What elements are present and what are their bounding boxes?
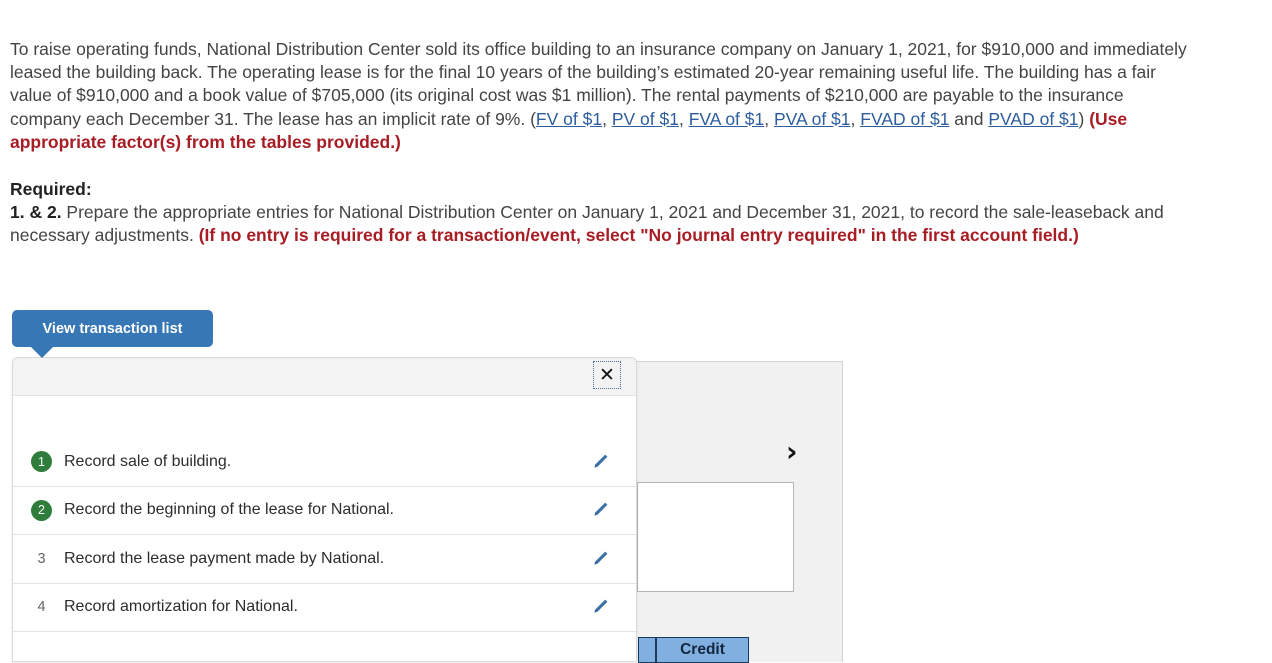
popup-header: ✕ bbox=[13, 358, 636, 396]
row-number-badge: 2 bbox=[31, 499, 52, 521]
problem-sep-4: , bbox=[850, 108, 861, 129]
table-row[interactable]: 3 Record the lease payment made by Natio… bbox=[13, 535, 636, 584]
view-transaction-list-button[interactable]: View transaction list bbox=[12, 310, 213, 347]
problem-sep-5: and bbox=[949, 108, 989, 129]
link-fv-of-1[interactable]: FV of $1 bbox=[536, 109, 602, 129]
table-row[interactable]: 4 Record amortization for National. bbox=[13, 583, 636, 632]
problem-sep-1: , bbox=[602, 108, 612, 129]
edit-pencil-icon[interactable] bbox=[582, 500, 618, 520]
transaction-label: Record the lease payment made by Nationa… bbox=[64, 549, 385, 567]
link-fva-of-1[interactable]: FVA of $1 bbox=[689, 109, 765, 129]
required-body: 1. & 2. Prepare the appropriate entries … bbox=[10, 201, 1190, 247]
journal-entry-textbox[interactable] bbox=[637, 482, 794, 592]
required-heading: Required: bbox=[10, 179, 92, 199]
table-row[interactable]: 2 Record the beginning of the lease for … bbox=[13, 486, 636, 535]
row-number-badge: 1 bbox=[31, 451, 52, 473]
edit-pencil-icon[interactable] bbox=[582, 597, 618, 617]
transaction-label: Record sale of building. bbox=[64, 452, 232, 470]
row-number-badge: 4 bbox=[37, 599, 46, 616]
popup-caret-icon bbox=[31, 347, 53, 358]
popup-footer-spacer bbox=[13, 632, 636, 661]
row-number-badge: 3 bbox=[37, 550, 46, 567]
credit-row-spacer-cell bbox=[638, 637, 656, 663]
problem-statement: To raise operating funds, National Distr… bbox=[10, 38, 1190, 154]
link-pvad-of-1[interactable]: PVAD of $1 bbox=[988, 109, 1078, 129]
chevron-right-icon[interactable]: › bbox=[786, 438, 798, 466]
required-item-number: 1. & 2. bbox=[10, 202, 62, 223]
edit-pencil-icon[interactable] bbox=[582, 452, 618, 472]
popup-header-spacer bbox=[13, 396, 636, 438]
problem-sep-2: , bbox=[678, 108, 689, 129]
problem-sep-6: ) bbox=[1078, 108, 1090, 129]
link-fvad-of-1[interactable]: FVAD of $1 bbox=[860, 109, 949, 129]
transaction-label: Record the beginning of the lease for Na… bbox=[64, 501, 394, 519]
table-row[interactable]: 1 Record sale of building. bbox=[13, 438, 636, 487]
credit-column-header: Credit bbox=[656, 637, 749, 663]
link-pva-of-1[interactable]: PVA of $1 bbox=[774, 109, 851, 129]
transaction-label: Record amortization for National. bbox=[64, 598, 298, 616]
journal-entry-credit-header-row: Credit bbox=[638, 637, 749, 663]
link-pv-of-1[interactable]: PV of $1 bbox=[612, 109, 679, 129]
problem-sep-3: , bbox=[764, 108, 774, 129]
required-block: Required: 1. & 2. Prepare the appropriat… bbox=[10, 178, 1190, 248]
no-journal-entry-note: (If no entry is required for a transacti… bbox=[198, 225, 1079, 246]
edit-pencil-icon[interactable] bbox=[582, 549, 618, 569]
transaction-list-popup: ✕ 1 Record sale of building. 2 Record th… bbox=[12, 357, 637, 662]
close-icon[interactable]: ✕ bbox=[593, 361, 621, 389]
